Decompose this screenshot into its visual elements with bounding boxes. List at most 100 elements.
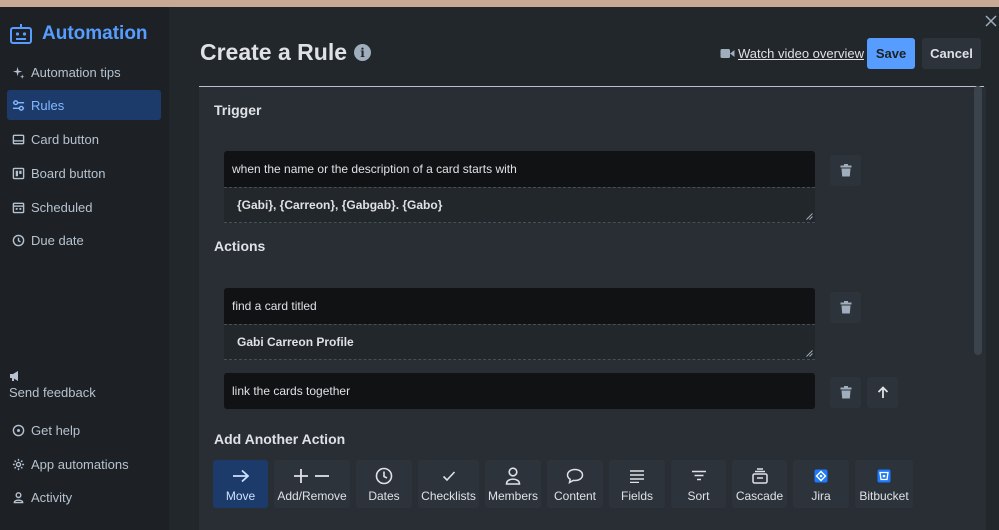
- tile-label: Add/Remove: [277, 489, 347, 503]
- board-icon: [11, 166, 25, 180]
- sidebar-item-label: Rules: [31, 97, 65, 113]
- arrow-right-icon: [232, 465, 250, 487]
- tile-jira[interactable]: Jira: [793, 460, 849, 508]
- sidebar-item-scheduled[interactable]: Scheduled: [7, 192, 161, 222]
- sparkle-icon: [11, 65, 25, 79]
- action-type-tiles: Move Add/Remove Dates Checklists Members…: [213, 460, 913, 508]
- clock-icon: [11, 233, 25, 247]
- tile-add-remove[interactable]: Add/Remove: [274, 460, 350, 508]
- actions-heading: Actions: [214, 238, 266, 254]
- tile-label: Jira: [811, 489, 831, 503]
- top-window-strip: [0, 0, 999, 7]
- tile-sort[interactable]: Sort: [671, 460, 726, 508]
- tile-checklists[interactable]: Checklists: [418, 460, 479, 508]
- add-action-heading: Add Another Action: [214, 431, 346, 447]
- tile-label: Cascade: [735, 489, 784, 503]
- action-find-card: find a card titled Gabi Carreon Profile: [224, 288, 815, 360]
- trigger-value-input[interactable]: {Gabi}, {Carreon}, {Gabgab}. {Gabo}: [224, 187, 815, 223]
- robot-icon: [10, 24, 32, 44]
- send-feedback-label: Send feedback: [9, 385, 96, 400]
- move-action-up-button[interactable]: [867, 377, 898, 408]
- sidebar-brand: Automation: [9, 23, 148, 45]
- resize-grip-icon[interactable]: [806, 350, 813, 357]
- tile-fields[interactable]: Fields: [609, 460, 665, 508]
- tile-bitbucket[interactable]: Bitbucket: [855, 460, 913, 508]
- megaphone-icon: [9, 370, 21, 382]
- jira-icon: [814, 465, 828, 487]
- sidebar-item-label: Activity: [31, 489, 73, 505]
- trash-icon: [840, 301, 851, 314]
- tile-label: Checklists: [421, 489, 476, 503]
- tile-label: Bitbucket: [859, 489, 909, 503]
- clock-icon: [375, 465, 393, 487]
- tile-label: Content: [553, 489, 597, 503]
- sidebar-item-automation-tips[interactable]: Automation tips: [7, 57, 161, 87]
- tile-dates[interactable]: Dates: [356, 460, 412, 508]
- comment-icon: [566, 465, 584, 487]
- lines-icon: [629, 465, 645, 487]
- trash-icon: [840, 386, 851, 399]
- tile-label: Sort: [687, 489, 710, 503]
- sidebar-item-label: Automation tips: [31, 64, 121, 80]
- action-value-input[interactable]: Gabi Carreon Profile: [224, 324, 815, 360]
- sidebar-item-get-help[interactable]: Get help: [7, 415, 161, 445]
- arrow-up-icon: [877, 386, 888, 398]
- tile-label: Move: [225, 489, 256, 503]
- sidebar-item-label: Board button: [31, 165, 106, 181]
- page-title-text: Create a Rule: [200, 39, 348, 65]
- stack-icon: [751, 465, 769, 487]
- action-text: find a card titled: [232, 299, 317, 313]
- person-icon: [11, 490, 25, 504]
- help-icon: [11, 423, 25, 437]
- main-content: Create a Rule i Watch video overview Sav…: [169, 7, 999, 530]
- action-text: link the cards together: [232, 384, 351, 398]
- card-icon: [11, 132, 25, 146]
- trigger-heading: Trigger: [214, 102, 262, 118]
- sidebar-item-due-date[interactable]: Due date: [7, 225, 161, 255]
- trigger-condition: when the name or the description of a ca…: [224, 151, 815, 223]
- tile-members[interactable]: Members: [485, 460, 541, 508]
- watch-video-link[interactable]: Watch video overview: [720, 46, 864, 61]
- sidebar-item-card-button[interactable]: Card button: [7, 124, 161, 154]
- resize-grip-icon[interactable]: [806, 213, 813, 220]
- sidebar-item-label: Due date: [31, 232, 84, 248]
- calendar-icon: [11, 200, 25, 214]
- bitbucket-icon: [877, 465, 891, 487]
- info-icon[interactable]: i: [354, 44, 372, 61]
- action-link-cards: link the cards together: [224, 373, 815, 409]
- send-feedback-link[interactable]: Send feedback: [9, 370, 96, 400]
- delete-action-button[interactable]: [830, 377, 861, 408]
- tile-move[interactable]: Move: [213, 460, 268, 508]
- watch-video-label: Watch video overview: [738, 46, 864, 61]
- gear-icon: [11, 457, 25, 471]
- sidebar-item-label: Card button: [31, 131, 99, 147]
- sidebar-title: Automation: [42, 23, 148, 44]
- sidebar-item-app-automations[interactable]: App automations: [7, 449, 161, 479]
- close-icon[interactable]: [985, 15, 997, 27]
- check-icon: [442, 465, 456, 487]
- trigger-text: when the name or the description of a ca…: [232, 162, 517, 176]
- trash-icon: [840, 164, 851, 177]
- sidebar-item-label: Scheduled: [31, 199, 93, 215]
- plus-minus-icon: [293, 465, 331, 487]
- sidebar-item-activity[interactable]: Activity: [7, 482, 161, 512]
- delete-action-button[interactable]: [830, 292, 861, 323]
- save-button[interactable]: Save: [867, 38, 915, 69]
- trigger-value: {Gabi}, {Carreon}, {Gabgab}. {Gabo}: [237, 198, 443, 212]
- panel-scrollbar[interactable]: [974, 86, 982, 355]
- sliders-icon: [11, 98, 25, 112]
- person-icon: [505, 465, 521, 487]
- sidebar-item-rules[interactable]: Rules: [7, 90, 161, 120]
- cancel-button[interactable]: Cancel: [922, 38, 981, 69]
- tile-content[interactable]: Content: [547, 460, 603, 508]
- video-camera-icon: [720, 49, 735, 58]
- sidebar-item-label: App automations: [31, 456, 129, 472]
- action-value: Gabi Carreon Profile: [237, 335, 354, 349]
- sidebar-item-board-button[interactable]: Board button: [7, 158, 161, 188]
- tile-cascade[interactable]: Cascade: [732, 460, 787, 508]
- page-title: Create a Rule i: [200, 39, 372, 66]
- delete-trigger-button[interactable]: [830, 155, 861, 186]
- tile-label: Fields: [620, 489, 653, 503]
- tile-label: Dates: [368, 489, 400, 503]
- sort-icon: [691, 465, 707, 487]
